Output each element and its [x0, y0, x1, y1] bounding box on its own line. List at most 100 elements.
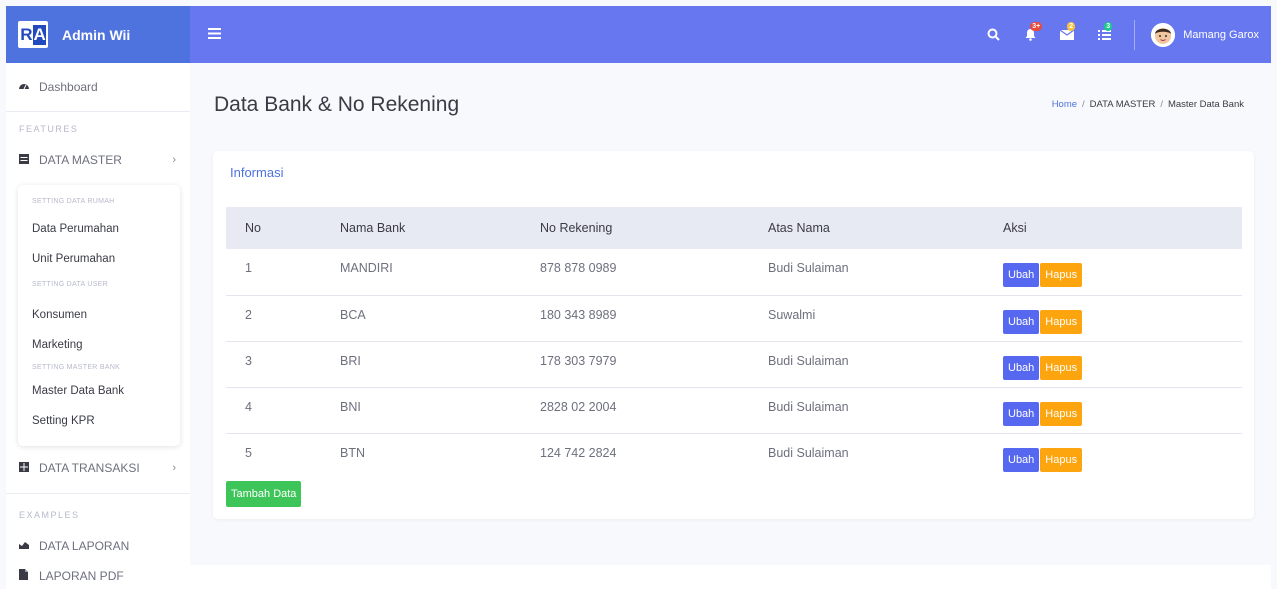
breadcrumb-separator: /: [1160, 99, 1163, 110]
sidebar-item-laporan-pdf[interactable]: LAPORAN PDF: [6, 569, 124, 583]
topbar: 3+ 2 3 Mamang Garox: [190, 6, 1271, 63]
column-header-aksi: Aksi: [1003, 221, 1027, 235]
user-menu[interactable]: Mamang Garox: [1151, 22, 1259, 47]
cell-no: 4: [226, 387, 321, 434]
table-row: 5 BTN 124 742 2824 Budi Sulaiman Ubah Hap…: [226, 433, 1242, 479]
submenu-item-unit-perumahan[interactable]: Unit Perumahan: [32, 253, 115, 265]
cell-rekening: 124 742 2824: [540, 445, 617, 460]
brand-logo: RA: [18, 21, 48, 48]
card-title: Informasi: [230, 165, 284, 180]
topbar-divider: [1134, 19, 1136, 50]
submenu-item-master-data-bank[interactable]: Master Data Bank: [32, 385, 124, 397]
sidebar-item-data-master[interactable]: DATA MASTER ›: [6, 153, 190, 167]
footer: [190, 565, 1271, 589]
column-header-no: No: [245, 221, 261, 235]
column-header-bank: Nama Bank: [340, 221, 406, 235]
submenu-item-konsumen[interactable]: Konsumen: [32, 309, 87, 321]
cell-aksi: Ubah Hapus: [984, 249, 1242, 296]
brand-name: Admin Wii: [62, 26, 131, 43]
submenu-item-data-perumahan[interactable]: Data Perumahan: [32, 223, 119, 235]
breadcrumb-section[interactable]: DATA MASTER: [1090, 99, 1156, 110]
hapus-button[interactable]: Hapus: [1040, 263, 1083, 287]
cell-bank: BRI: [321, 341, 521, 388]
dashboard-icon: [19, 81, 33, 93]
table-icon: [19, 153, 33, 167]
sidebar-item-dashboard[interactable]: Dashboard: [6, 80, 98, 94]
submenu-item-marketing[interactable]: Marketing: [32, 339, 83, 351]
sidebar-item-label: LAPORAN PDF: [39, 569, 124, 583]
menu-toggle-icon[interactable]: [208, 26, 221, 44]
table-row: 4 BNI 2828 02 2004 Budi Sulaiman Ubah Hap…: [226, 387, 1242, 434]
submenu-heading-rumah: SETTING DATA RUMAH: [32, 198, 115, 205]
data-master-submenu: SETTING DATA RUMAH Data Perumahan Unit P…: [18, 185, 180, 446]
sidebar-item-label: Dashboard: [39, 80, 98, 94]
tasks-icon[interactable]: 3: [1094, 21, 1114, 45]
cell-atas-nama: Budi Sulaiman: [749, 387, 984, 434]
ubah-button[interactable]: Ubah: [1003, 309, 1040, 334]
cell-bank: BNI: [321, 387, 521, 434]
breadcrumb-separator: /: [1082, 99, 1085, 110]
column-header-rekening: No Rekening: [540, 221, 613, 235]
submenu-heading-user: SETTING DATA USER: [32, 281, 109, 288]
submenu-item-setting-kpr[interactable]: Setting KPR: [32, 415, 95, 427]
brand-logo-r: R: [20, 24, 32, 44]
sidebar-heading-features: FEATURES: [19, 124, 79, 134]
file-pdf-icon: [19, 569, 33, 583]
cell-no: 3: [226, 341, 321, 388]
hapus-button[interactable]: Hapus: [1040, 309, 1083, 334]
cell-aksi: Ubah Hapus: [984, 387, 1242, 434]
brand[interactable]: RA Admin Wii: [6, 6, 190, 63]
table-row: 2 BCA 180 343 8989 Suwalmi Ubah Hapus: [226, 295, 1242, 342]
search-icon[interactable]: [983, 25, 1003, 45]
sidebar-item-label: DATA LAPORAN: [39, 539, 130, 553]
cell-rekening: 178 303 7979: [521, 341, 749, 388]
cell-aksi: Ubah Hapus: [984, 341, 1242, 388]
table-row: 1 MANDIRI 878 878 0989 Budi Sulaiman Uba…: [226, 249, 1242, 296]
cell-rekening: 180 343 8989: [521, 295, 749, 342]
ubah-button[interactable]: Ubah: [1003, 447, 1040, 472]
avatar: [1151, 22, 1176, 47]
cell-bank: MANDIRI: [321, 249, 521, 296]
cell-rekening: 2828 02 2004: [521, 387, 749, 434]
cell-atas-nama: Budi Sulaiman: [768, 445, 849, 460]
table-row: 3 BRI 178 303 7979 Budi Sulaiman Ubah Hap…: [226, 341, 1242, 388]
breadcrumb: Home / DATA MASTER / Master Data Bank: [1052, 99, 1244, 110]
sidebar-item-data-laporan[interactable]: DATA LAPORAN: [6, 539, 129, 553]
cell-bank: BCA: [321, 295, 521, 342]
alerts-badge: 3+: [1030, 21, 1043, 31]
chevron-right-icon: ›: [172, 154, 176, 166]
breadcrumb-current: Master Data Bank: [1167, 99, 1244, 110]
sidebar-divider: [6, 493, 190, 494]
sidebar: Dashboard FEATURES DATA MASTER › SETTING…: [6, 63, 190, 589]
cell-atas-nama: Suwalmi: [749, 295, 984, 342]
ubah-button[interactable]: Ubah: [1003, 401, 1040, 426]
user-name: Mamang Garox: [1183, 28, 1259, 41]
sidebar-heading-examples: EXAMPLES: [19, 510, 80, 520]
notification-bell-icon[interactable]: 3+: [1020, 21, 1043, 45]
cell-no: 5: [245, 445, 252, 460]
chevron-right-icon: ›: [172, 462, 176, 474]
sidebar-item-label: DATA MASTER: [39, 153, 122, 167]
brand-logo-a: A: [32, 24, 46, 45]
cell-rekening: 878 878 0989: [521, 249, 749, 296]
sidebar-item-label: DATA TRANSAKSI: [39, 461, 140, 475]
cell-bank: BTN: [340, 445, 365, 460]
sidebar-item-data-transaksi[interactable]: DATA TRANSAKSI ›: [6, 461, 190, 475]
submenu-heading-bank: SETTING MASTER BANK: [32, 364, 121, 371]
envelope-icon[interactable]: 2: [1057, 21, 1077, 45]
hapus-button[interactable]: Hapus: [1040, 447, 1083, 472]
page-title: Data Bank & No Rekening: [214, 93, 460, 116]
cell-no: 2: [226, 295, 321, 342]
messages-badge: 2: [1067, 21, 1076, 31]
bank-table: No Nama Bank No Rekening Atas Nama Aksi …: [226, 207, 1242, 479]
tambah-data-button[interactable]: Tambah Data: [226, 481, 302, 507]
breadcrumb-home[interactable]: Home: [1052, 99, 1077, 110]
hapus-button[interactable]: Hapus: [1040, 355, 1083, 380]
sidebar-divider: [6, 111, 190, 112]
tasks-badge: 3: [1104, 21, 1113, 31]
ubah-button[interactable]: Ubah: [1003, 355, 1040, 380]
informasi-card: Informasi No Nama Bank No Rekening Atas …: [213, 151, 1254, 519]
hapus-button[interactable]: Hapus: [1040, 401, 1083, 426]
ubah-button[interactable]: Ubah: [1003, 263, 1040, 287]
area-chart-icon: [19, 540, 33, 552]
